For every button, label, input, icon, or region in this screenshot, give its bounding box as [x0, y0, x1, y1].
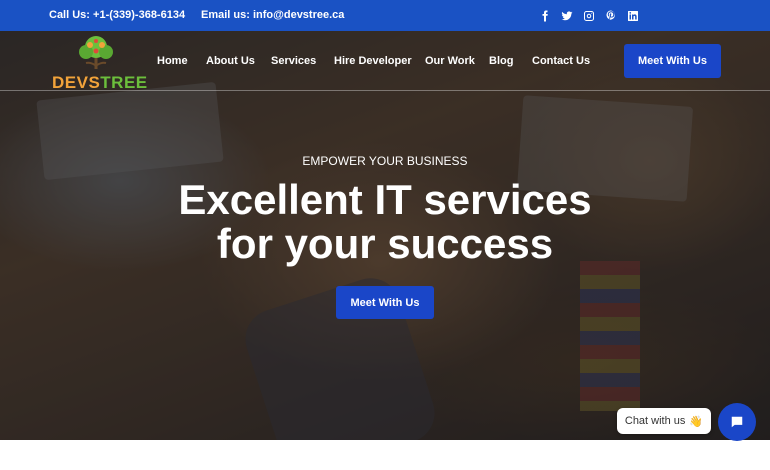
hero-headline-line-2: for your success: [216, 220, 554, 267]
devstree-logo[interactable]: DEVSTREE: [52, 35, 147, 92]
chat-bubble-icon: [731, 416, 743, 428]
linkedin-icon[interactable]: [626, 8, 639, 23]
hero-kicker: EMPOWER YOUR BUSINESS: [302, 154, 468, 168]
email-label: Email us:: [201, 9, 250, 21]
nav-item-blog[interactable]: Blog: [489, 55, 513, 67]
hero-headline-line-1: Excellent IT services: [178, 176, 592, 223]
email-address[interactable]: info@devstree.ca: [253, 9, 344, 21]
email-us[interactable]: Email us: info@devstree.ca: [201, 9, 344, 21]
call-us[interactable]: Call Us: +1-(339)-368-6134: [49, 9, 185, 21]
instagram-icon[interactable]: [582, 8, 595, 23]
nav-item-contact-us[interactable]: Contact Us: [532, 55, 590, 67]
chat-prompt[interactable]: Chat with us 👋: [617, 408, 711, 434]
top-bar: Call Us: +1-(339)-368-6134 Email us: inf…: [0, 0, 770, 31]
pinterest-icon[interactable]: [604, 8, 617, 23]
phone-number[interactable]: +1-(339)-368-6134: [93, 9, 185, 21]
nav-item-our-work[interactable]: Our Work: [425, 55, 475, 67]
tree-logo-icon: [79, 36, 113, 69]
nav-item-hire-developer[interactable]: Hire Developer: [334, 55, 412, 67]
nav-item-about-us[interactable]: About Us: [206, 55, 255, 67]
nav-item-services[interactable]: Services: [271, 55, 316, 67]
twitter-icon[interactable]: [560, 8, 573, 23]
chat-prompt-label: Chat with us: [624, 415, 686, 427]
logo-text-devs: DEVS: [52, 73, 101, 92]
header-meet-button[interactable]: Meet With Us: [624, 44, 721, 78]
logo-text-tree: TREE: [100, 73, 148, 92]
wave-emoji-icon: 👋: [689, 415, 704, 428]
nav-item-home[interactable]: Home: [157, 55, 188, 67]
chat-launcher-button[interactable]: [718, 403, 756, 441]
social-links: [538, 8, 639, 23]
facebook-icon[interactable]: [538, 8, 551, 23]
logo-wordmark: DEVSTREE: [52, 73, 148, 93]
hero-headline: Excellent IT services for your success: [0, 178, 770, 266]
hero-meet-button[interactable]: Meet With Us: [336, 286, 434, 319]
call-label: Call Us:: [49, 9, 90, 21]
